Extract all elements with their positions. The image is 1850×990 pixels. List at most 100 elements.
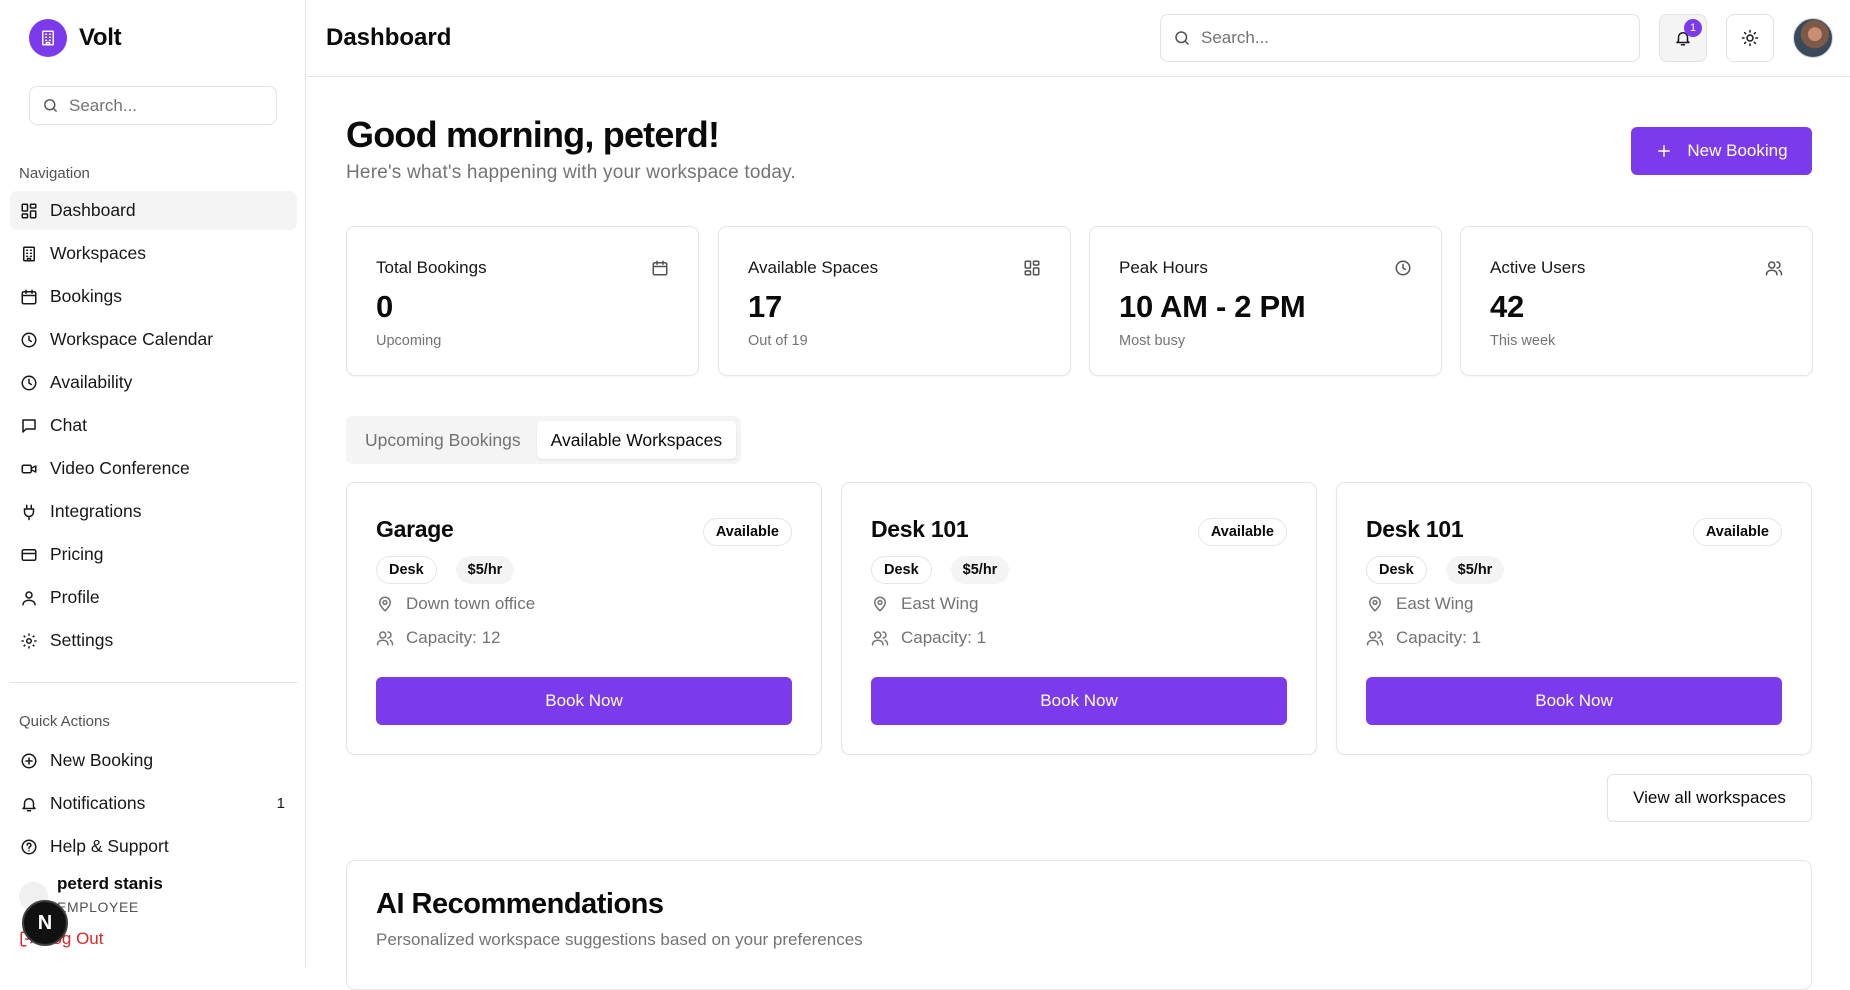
book-now-button[interactable]: Book Now [871, 677, 1287, 725]
clock-icon [1395, 260, 1411, 276]
sidebar-item-label: Chat [50, 415, 87, 435]
sidebar-item-pricing[interactable]: Pricing [10, 535, 297, 574]
user-avatar[interactable] [1793, 18, 1833, 58]
stat-label: Peak Hours [1119, 258, 1208, 277]
new-booking-label: New Booking [1687, 141, 1788, 160]
bell-icon [22, 797, 36, 811]
view-all-workspaces-button[interactable]: View all workspaces [1607, 774, 1812, 822]
top-header: Dashboard 1 [307, 0, 1850, 77]
quick-actions-title: Quick Actions [19, 713, 110, 730]
ai-recommendations-subtitle: Personalized workspace suggestions based… [376, 930, 863, 949]
tab-upcoming-bookings[interactable]: Upcoming Bookings [351, 421, 535, 459]
clock-icon [21, 375, 37, 390]
nav-section-title: Navigation [19, 165, 90, 182]
sidebar-item-label: New Booking [50, 750, 154, 770]
brand-name: Volt [79, 24, 122, 51]
sidebar-item-workspace-calendar[interactable]: Workspace Calendar [10, 320, 297, 359]
sidebar-item-video-conference[interactable]: Video Conference [10, 449, 297, 488]
users-icon [1765, 261, 1783, 276]
building-icon [23, 246, 35, 261]
stat-subtext: Upcoming [376, 333, 442, 349]
stat-value: 10 AM - 2 PM [1119, 289, 1306, 324]
ai-recommendations-title: AI Recommendations [376, 888, 664, 920]
sidebar-item-label: Pricing [50, 544, 104, 564]
message-square-icon [22, 418, 36, 433]
workspace-location: Down town office [376, 594, 535, 614]
sidebar-item-workspaces[interactable]: Workspaces [10, 234, 297, 273]
status-badge: Available [1692, 518, 1782, 546]
sidebar-search[interactable] [29, 86, 277, 125]
status-badge: Available [1197, 518, 1287, 546]
sidebar-item-dashboard[interactable]: Dashboard [10, 191, 297, 230]
sidebar-item-label: Workspaces [50, 243, 146, 263]
sidebar-item-label: Integrations [50, 501, 142, 521]
floating-assistant-button[interactable]: N [22, 900, 68, 946]
sidebar-item-chat[interactable]: Chat [10, 406, 297, 445]
main-nav: Dashboard Workspaces Bookings Workspace … [10, 191, 297, 664]
ai-recommendations-card: AI Recommendations Personalized workspac… [346, 860, 1812, 990]
type-tag: Desk [376, 556, 437, 584]
workspace-card: Desk 101 Available Desk $5/hr East Wing … [841, 482, 1317, 755]
sidebar-item-label: Help & Support [50, 836, 169, 856]
greeting-subtitle: Here's what's happening with your worksp… [346, 162, 796, 183]
sidebar-item-label: Dashboard [50, 200, 136, 220]
book-now-button[interactable]: Book Now [376, 677, 792, 725]
credit-card-icon [21, 548, 37, 561]
notifications-button[interactable]: 1 [1659, 14, 1707, 62]
map-pin-icon [378, 596, 392, 612]
brand[interactable]: Volt [29, 19, 122, 57]
sidebar-search-input[interactable] [69, 95, 259, 116]
workspace-tags: Desk $5/hr [376, 556, 515, 584]
building-logo-icon [29, 19, 67, 57]
stat-card-total-bookings: Total Bookings 0 Upcoming [346, 226, 699, 376]
sidebar-item-availability[interactable]: Availability [10, 363, 297, 402]
header-search[interactable] [1160, 14, 1640, 62]
workspace-tags: Desk $5/hr [1366, 556, 1505, 584]
sidebar-item-bookings[interactable]: Bookings [10, 277, 297, 316]
type-tag: Desk [1366, 556, 1427, 584]
workspace-location: East Wing [871, 594, 978, 614]
quick-help-support[interactable]: Help & Support [10, 827, 297, 866]
type-tag: Desk [871, 556, 932, 584]
sun-icon [1741, 29, 1759, 47]
sidebar-item-profile[interactable]: Profile [10, 578, 297, 617]
user-name: peterd stanis [57, 874, 163, 893]
price-tag: $5/hr [1445, 556, 1505, 584]
sidebar-item-label: Workspace Calendar [50, 329, 214, 349]
theme-toggle-button[interactable] [1726, 14, 1774, 62]
users-icon [1366, 631, 1384, 646]
sidebar-item-integrations[interactable]: Integrations [10, 492, 297, 531]
users-icon [376, 631, 394, 646]
users-icon [871, 631, 889, 646]
tab-available-workspaces[interactable]: Available Workspaces [536, 421, 737, 459]
status-badge: Available [702, 518, 792, 546]
header-search-input[interactable] [1201, 28, 1621, 48]
new-booking-button[interactable]: New Booking [1631, 127, 1812, 175]
stat-card-active-users: Active Users 42 This week [1460, 226, 1813, 376]
location-text: East Wing [1396, 594, 1474, 613]
search-icon [44, 99, 57, 112]
workspace-name: Desk 101 [1366, 516, 1464, 542]
price-tag: $5/hr [455, 556, 515, 584]
sidebar-item-label: Settings [50, 630, 114, 650]
stat-subtext: This week [1490, 333, 1556, 349]
quick-new-booking[interactable]: New Booking [10, 741, 297, 780]
sidebar-item-settings[interactable]: Settings [10, 621, 297, 660]
workspace-name: Garage [376, 516, 454, 542]
calendar-icon [652, 260, 668, 276]
quick-notifications[interactable]: Notifications 1 [10, 784, 297, 823]
plus-icon [1658, 145, 1671, 157]
help-circle-icon [21, 839, 37, 854]
location-text: Down town office [406, 594, 536, 613]
stat-card-available-spaces: Available Spaces 17 Out of 19 [718, 226, 1071, 376]
book-now-button[interactable]: Book Now [1366, 677, 1782, 725]
video-icon [21, 464, 37, 473]
user-role: EMPLOYEE [57, 899, 139, 915]
stat-subtext: Out of 19 [748, 333, 808, 349]
stat-value: 42 [1490, 289, 1524, 324]
workspace-card: Desk 101 Available Desk $5/hr East Wing … [1336, 482, 1812, 755]
quick-actions-nav: New Booking Notifications 1 Help & Suppo… [10, 741, 297, 870]
notification-count: 1 [276, 795, 285, 812]
sidebar-divider [10, 682, 297, 683]
stat-subtext: Most busy [1119, 333, 1186, 349]
